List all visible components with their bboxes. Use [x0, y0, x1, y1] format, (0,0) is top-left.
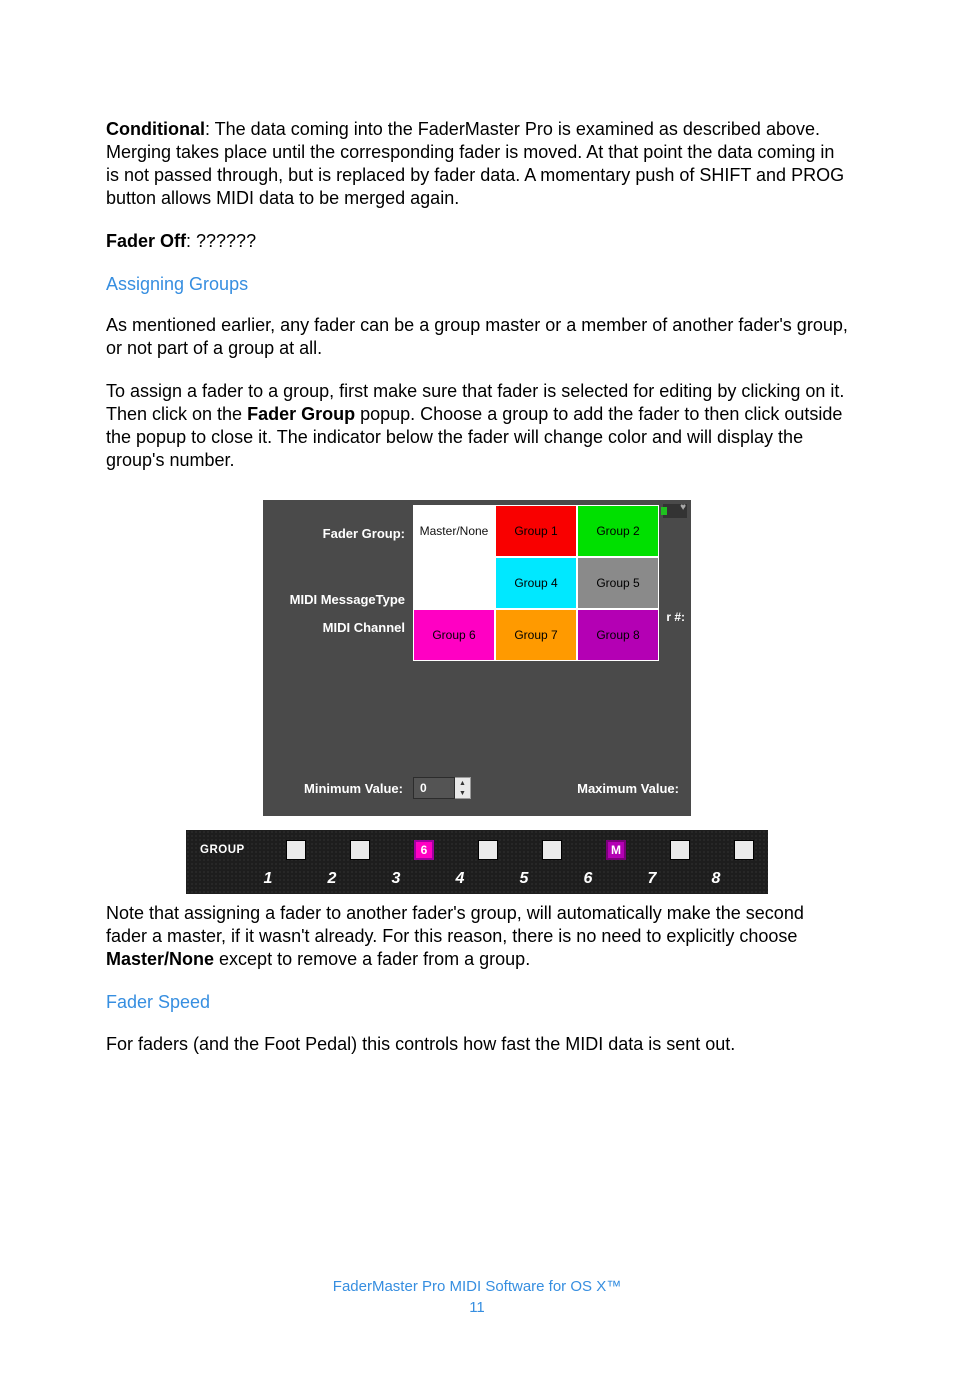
group-strip: GROUP 6 M 1 2 3 4 5 6 7 [186, 830, 768, 894]
cell-group-2[interactable]: Group 2 [577, 505, 659, 557]
figure-fadergroup-panel: Fader Group: MIDI MessageType MIDI Chann… [263, 500, 691, 816]
arrow-down-icon[interactable]: ▼ [455, 788, 470, 798]
paragraph-faderoff: Fader Off: ?????? [106, 230, 848, 253]
heading-fader-speed: Fader Speed [106, 991, 848, 1014]
figure-group-strip: GROUP 6 M 1 2 3 4 5 6 7 [186, 830, 768, 894]
num-7: 7 [642, 870, 662, 888]
label-min-value: Minimum Value: [263, 781, 413, 796]
num-4: 4 [450, 870, 470, 888]
stepper-arrows[interactable]: ▲▼ [455, 777, 471, 799]
group-box-8[interactable] [734, 840, 754, 860]
num-2: 2 [322, 870, 342, 888]
panel-corner-decoration [663, 504, 687, 518]
group-box-7[interactable] [670, 840, 690, 860]
label-faderoff: Fader Off [106, 231, 186, 251]
num-3: 3 [386, 870, 406, 888]
footer-title: FaderMaster Pro MIDI Software for OS X™ [106, 1276, 848, 1297]
group-box-1[interactable] [286, 840, 306, 860]
paragraph-4: For faders (and the Foot Pedal) this con… [106, 1033, 848, 1056]
num-1: 1 [258, 870, 278, 888]
label-r-num: r #: [666, 610, 685, 624]
label-max-value: Maximum Value: [577, 781, 691, 796]
cell-group-5[interactable]: Group 5 [577, 557, 659, 609]
label-midi-msgtype: MIDI MessageType [263, 592, 413, 607]
cell-group-4[interactable]: Group 4 [495, 557, 577, 609]
label-midi-channel: MIDI Channel [263, 620, 413, 635]
label-fader-group: Fader Group: [263, 526, 413, 541]
p3a: Note that assigning a fader to another f… [106, 903, 804, 946]
group-popup-grid: Master/None Group 1 Group 2 Group 4 Grou… [413, 505, 659, 661]
cell-group-1[interactable]: Group 1 [495, 505, 577, 557]
num-5: 5 [514, 870, 534, 888]
group-numbers: 1 2 3 4 5 6 7 8 [258, 870, 754, 888]
group-box-4[interactable] [478, 840, 498, 860]
group-box-3[interactable]: 6 [414, 840, 434, 860]
cell-group-8[interactable]: Group 8 [577, 609, 659, 661]
group-box-2[interactable] [350, 840, 370, 860]
text-faderoff: : ?????? [186, 231, 256, 251]
label-conditional: Conditional [106, 119, 205, 139]
cell-group-7[interactable]: Group 7 [495, 609, 577, 661]
group-boxes: 6 M [286, 840, 754, 860]
min-value-stepper[interactable]: 0 ▲▼ [413, 777, 471, 799]
num-6: 6 [578, 870, 598, 888]
group-box-6[interactable]: M [606, 840, 626, 860]
p3-bold: Master/None [106, 949, 214, 969]
paragraph-3: Note that assigning a fader to another f… [106, 902, 848, 971]
page-footer: FaderMaster Pro MIDI Software for OS X™ … [106, 1276, 848, 1318]
arrow-up-icon[interactable]: ▲ [455, 778, 470, 788]
text-conditional: : The data coming into the FaderMaster P… [106, 119, 844, 208]
p2-bold: Fader Group [247, 404, 355, 424]
cell-group-3-empty[interactable] [413, 557, 495, 609]
heading-assigning-groups: Assigning Groups [106, 273, 848, 296]
cell-group-6[interactable]: Group 6 [413, 609, 495, 661]
p3b: except to remove a fader from a group. [214, 949, 530, 969]
group-box-5[interactable] [542, 840, 562, 860]
cell-master-none[interactable]: Master/None [413, 505, 495, 557]
num-8: 8 [706, 870, 726, 888]
min-value-field[interactable]: 0 [413, 777, 455, 799]
footer-page-number: 11 [106, 1297, 848, 1318]
paragraph-2: To assign a fader to a group, first make… [106, 380, 848, 472]
paragraph-1: As mentioned earlier, any fader can be a… [106, 314, 848, 360]
label-group: GROUP [200, 844, 256, 856]
paragraph-conditional: Conditional: The data coming into the Fa… [106, 118, 848, 210]
panel: Fader Group: MIDI MessageType MIDI Chann… [263, 500, 691, 816]
